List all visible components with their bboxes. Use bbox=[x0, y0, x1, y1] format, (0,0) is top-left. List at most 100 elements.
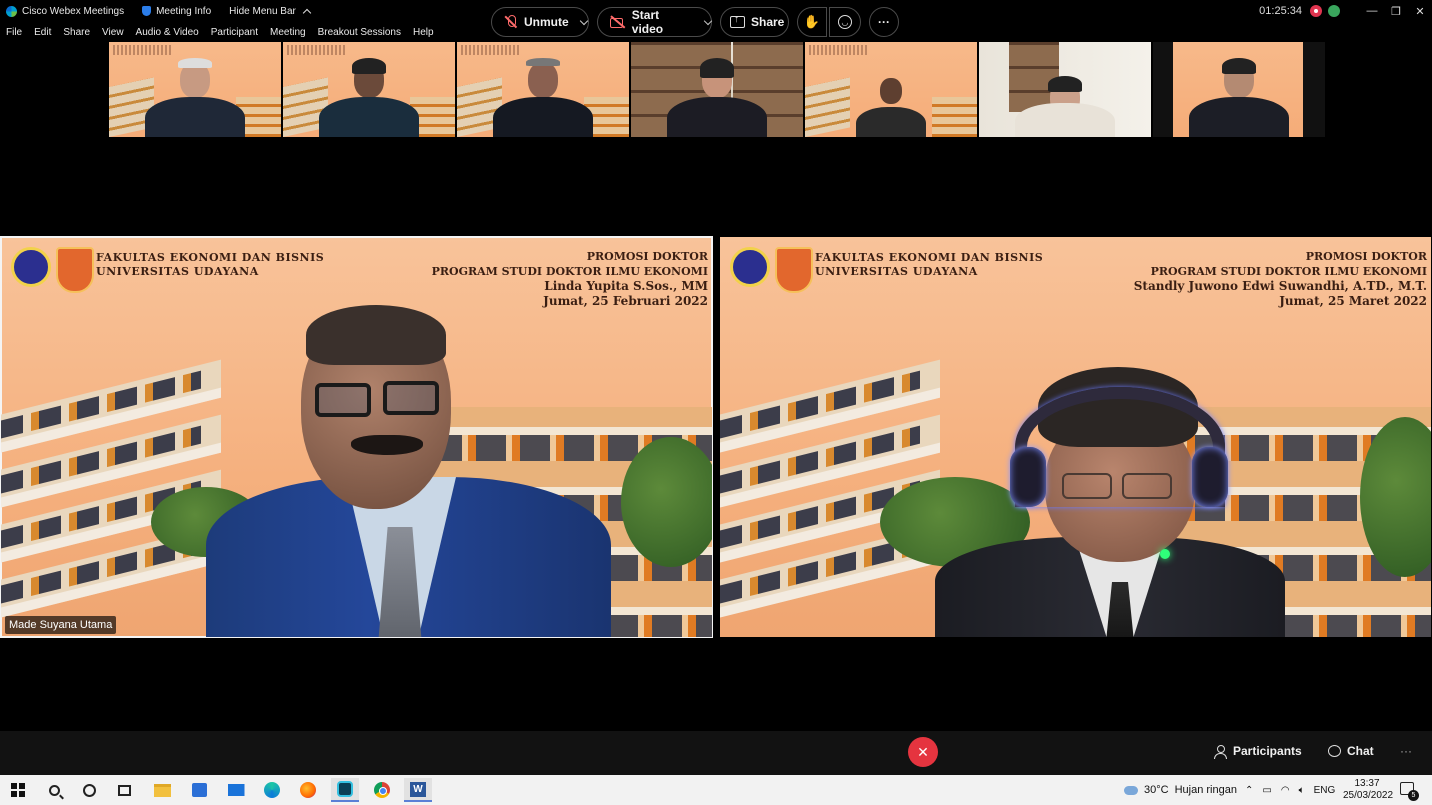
glasses-icon bbox=[383, 381, 439, 415]
taskbar-edge[interactable] bbox=[258, 778, 286, 802]
overflow-label: ··· bbox=[1400, 744, 1412, 758]
cloud-rain-icon bbox=[1124, 785, 1138, 795]
menu-file[interactable]: File bbox=[6, 27, 22, 38]
minimize-button[interactable]: — bbox=[1360, 0, 1384, 22]
cortana-button[interactable] bbox=[75, 778, 103, 802]
edge-browser-icon bbox=[264, 782, 280, 798]
chevron-down-icon[interactable] bbox=[579, 16, 588, 25]
search-icon bbox=[48, 784, 60, 796]
faculty-crest-icon bbox=[775, 247, 813, 293]
chat-button[interactable]: Chat bbox=[1328, 744, 1374, 758]
faculty-line-1: FAKULTAS EKONOMI DAN BISNIS bbox=[96, 251, 325, 264]
taskbar-webex[interactable] bbox=[331, 778, 359, 802]
university-logos bbox=[11, 247, 94, 293]
chat-icon bbox=[1328, 745, 1341, 757]
taskbar-chrome[interactable] bbox=[368, 778, 396, 802]
promo-title: PROMOSI DOKTOR bbox=[586, 250, 708, 263]
meeting-info-button[interactable]: Meeting Info bbox=[142, 6, 211, 17]
menu-share[interactable]: Share bbox=[63, 27, 90, 38]
taskbar-time: 13:37 bbox=[1354, 778, 1380, 789]
taskbar-search-button[interactable] bbox=[40, 778, 68, 802]
meeting-info-label: Meeting Info bbox=[156, 5, 212, 17]
mail-icon bbox=[227, 784, 245, 796]
weather-widget[interactable]: 30°C Hujan ringan bbox=[1124, 775, 1237, 805]
reactions-button[interactable]: ◡ bbox=[829, 7, 861, 37]
weather-temperature: 30°C bbox=[1144, 784, 1169, 796]
menu-edit[interactable]: Edit bbox=[34, 27, 51, 38]
participant-thumbnail[interactable] bbox=[283, 42, 455, 137]
participant-thumbnail[interactable] bbox=[631, 42, 803, 137]
participants-icon bbox=[1214, 744, 1227, 759]
menu-breakout-sessions[interactable]: Breakout Sessions bbox=[318, 27, 401, 38]
promo-candidate: Standly Juwono Edwi Suwandhi, A.TD., M.T… bbox=[1133, 279, 1427, 293]
taskbar-clock[interactable]: 13:37 25/03/2022 bbox=[1343, 778, 1394, 802]
system-tray: ⌃ ▭ ◠ 🔈︎ ENG bbox=[1245, 775, 1335, 805]
promotion-banner: PROMOSI DOKTOR PROGRAM STUDI DOKTOR ILMU… bbox=[432, 249, 708, 309]
faculty-line-2: UNIVERSITAS UDAYANA bbox=[96, 265, 259, 278]
participant-thumbnail[interactable] bbox=[805, 42, 977, 137]
menu-meeting[interactable]: Meeting bbox=[270, 27, 306, 38]
udayana-logo-icon bbox=[11, 247, 51, 287]
share-button[interactable]: Share bbox=[720, 7, 789, 37]
user-avatar[interactable] bbox=[1328, 5, 1340, 17]
taskbar-store[interactable] bbox=[185, 778, 213, 802]
taskbar-word[interactable]: W bbox=[404, 778, 432, 802]
panel-overflow-button[interactable]: ··· bbox=[1400, 744, 1412, 758]
participant-thumbnail[interactable] bbox=[1153, 42, 1325, 137]
university-logos bbox=[730, 247, 813, 293]
taskbar-firefox[interactable] bbox=[294, 778, 322, 802]
recording-icon[interactable] bbox=[1310, 5, 1322, 17]
promo-program: PROGRAM STUDI DOKTOR ILMU EKONOMI bbox=[1150, 265, 1427, 278]
video-tile-left[interactable]: FAKULTAS EKONOMI DAN BISNIS UNIVERSITAS … bbox=[0, 236, 713, 638]
battery-icon[interactable]: ▭ bbox=[1262, 785, 1271, 796]
volume-icon[interactable]: 🔈︎ bbox=[1299, 785, 1305, 796]
unmute-button[interactable]: Unmute bbox=[491, 7, 589, 37]
video-tile-right[interactable]: FAKULTAS EKONOMI DAN BISNIS UNIVERSITAS … bbox=[720, 237, 1431, 637]
task-view-icon bbox=[117, 784, 131, 796]
person-hair bbox=[306, 305, 446, 365]
meeting-timer: 01:25:34 bbox=[1259, 5, 1302, 17]
participant-thumbnail[interactable] bbox=[457, 42, 629, 137]
start-button[interactable] bbox=[4, 778, 32, 802]
store-icon bbox=[191, 783, 207, 797]
network-icon[interactable]: ◠ bbox=[1281, 785, 1290, 796]
smiley-icon: ◡ bbox=[838, 15, 852, 29]
promo-program: PROGRAM STUDI DOKTOR ILMU EKONOMI bbox=[431, 265, 708, 278]
close-button[interactable]: ✕ bbox=[1408, 0, 1432, 22]
chevron-down-icon[interactable] bbox=[703, 16, 713, 25]
raise-hand-button[interactable]: ✋ bbox=[797, 7, 827, 37]
participant-thumbnail-strip bbox=[109, 42, 1325, 138]
task-view-button[interactable] bbox=[110, 778, 138, 802]
unmute-label: Unmute bbox=[524, 15, 569, 29]
participant-thumbnail[interactable] bbox=[979, 42, 1151, 137]
start-video-button[interactable]: Start video bbox=[597, 7, 713, 37]
promo-title: PROMOSI DOKTOR bbox=[1305, 250, 1427, 263]
menu-view[interactable]: View bbox=[102, 27, 124, 38]
menu-audio-video[interactable]: Audio & Video bbox=[136, 27, 199, 38]
leave-meeting-button[interactable]: ✕ bbox=[908, 737, 938, 767]
app-name: Cisco Webex Meetings bbox=[22, 5, 125, 17]
taskbar-file-explorer[interactable] bbox=[148, 778, 176, 802]
menu-bar: File Edit Share View Audio & Video Parti… bbox=[0, 24, 440, 40]
menu-help[interactable]: Help bbox=[413, 27, 434, 38]
restore-button[interactable]: ❐ bbox=[1384, 0, 1408, 22]
cortana-icon bbox=[82, 783, 96, 797]
shield-icon bbox=[142, 6, 152, 16]
glasses-icon bbox=[1062, 473, 1112, 499]
language-indicator[interactable]: ENG bbox=[1314, 785, 1336, 796]
webex-icon bbox=[337, 781, 353, 797]
taskbar-date: 25/03/2022 bbox=[1343, 790, 1394, 801]
menu-participant[interactable]: Participant bbox=[211, 27, 258, 38]
hide-menu-label: Hide Menu Bar bbox=[229, 5, 296, 17]
windows-logo-icon bbox=[11, 783, 25, 797]
taskbar-mail[interactable] bbox=[222, 778, 250, 802]
chevron-up-icon[interactable]: ⌃ bbox=[1245, 785, 1253, 796]
title-bar-right: 01:25:34 — ❐ ✕ bbox=[1259, 0, 1432, 22]
participants-button[interactable]: Participants bbox=[1214, 744, 1302, 759]
glasses-icon bbox=[315, 383, 371, 417]
participant-thumbnail[interactable] bbox=[109, 42, 281, 137]
raise-hand-icon: ✋ bbox=[803, 14, 821, 29]
hide-menu-bar-button[interactable]: Hide Menu Bar bbox=[229, 5, 312, 17]
more-options-button[interactable]: ··· bbox=[869, 7, 899, 37]
share-screen-icon bbox=[730, 14, 745, 28]
